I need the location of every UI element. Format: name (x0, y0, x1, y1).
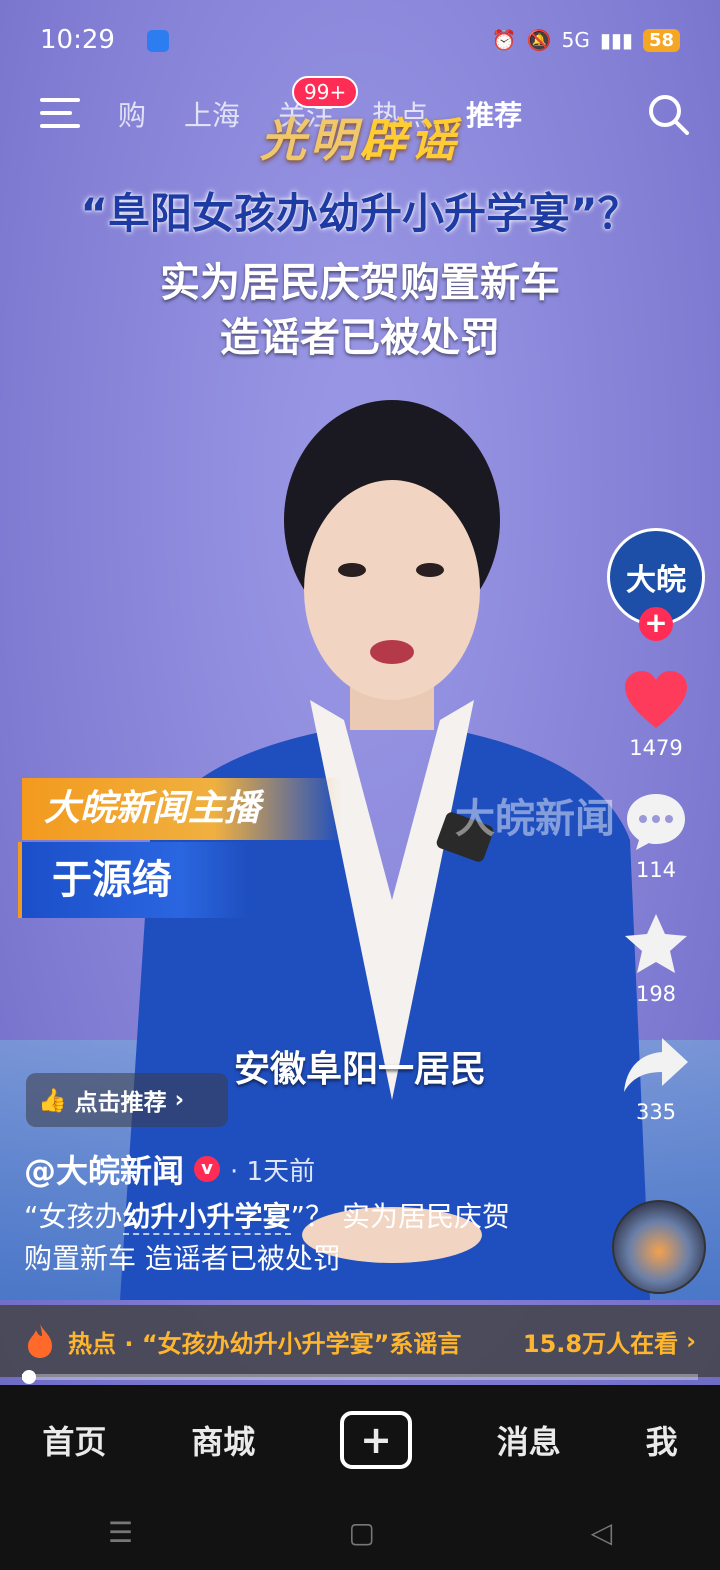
nav-messages[interactable]: 消息 (497, 1417, 561, 1463)
comment-count: 114 (635, 858, 677, 882)
menu-icon[interactable] (40, 98, 80, 132)
plus-icon: + (360, 1418, 392, 1462)
author-row: @大皖新闻 v · 1天前 (24, 1146, 315, 1192)
recommend-label: 点击推荐 (74, 1090, 167, 1116)
lower-third-title: 大皖新闻主播 (22, 778, 342, 840)
playback-progress-bar[interactable] (22, 1370, 698, 1384)
video-caption[interactable]: “女孩办幼升小升学宴”？ 实为居民庆贺购置新车 造谣者已被处罚 (24, 1196, 524, 1280)
nav-me[interactable]: 我 (646, 1417, 678, 1463)
headline-line-2: 实为居民庆贺购置新车 (160, 260, 560, 306)
star-icon (625, 914, 687, 973)
caption-part-1: “女孩办 (24, 1200, 123, 1233)
alarm-icon: ⏰ (491, 28, 517, 52)
system-nav-bar: ☰ ▢ ◁ (0, 1495, 720, 1570)
brand-banner: 光明辟谣 (185, 104, 535, 168)
search-icon[interactable] (646, 92, 690, 136)
nav-mall[interactable]: 商城 (191, 1417, 255, 1463)
share-button[interactable]: 335 (606, 1036, 706, 1124)
battery-level: 58 (642, 28, 680, 52)
status-bar: 10:29 ⏰ 🔕 5G ▮▮▮ 58 (0, 0, 720, 80)
tab-shopping[interactable]: 购 (118, 94, 146, 134)
favorite-button[interactable]: 198 (606, 912, 706, 1006)
verified-icon: v (194, 1156, 221, 1182)
nav-home[interactable]: 首页 (42, 1417, 106, 1463)
app-notification-icon (146, 30, 169, 52)
progress-thumb[interactable] (22, 1370, 36, 1384)
brand-part-2: 辟谣 (360, 113, 460, 167)
author-avatar[interactable]: 大皖 + (607, 528, 705, 641)
chevron-right-icon: › (174, 1087, 185, 1113)
comment-button[interactable]: 114 (606, 790, 706, 882)
flame-icon (28, 1324, 52, 1358)
share-icon (624, 1038, 688, 1092)
like-count: 1479 (629, 736, 683, 760)
follow-plus-button[interactable]: + (639, 607, 673, 641)
avatar-text: 大皖 (626, 563, 686, 598)
network-label: 5G (561, 28, 590, 52)
comment-icon (627, 794, 685, 850)
home-icon[interactable]: ▢ (349, 1516, 375, 1549)
post-time: · 1天前 (230, 1156, 316, 1187)
author-name[interactable]: @大皖新闻 (24, 1146, 184, 1192)
music-disc[interactable] (612, 1200, 706, 1294)
viewer-count: 15.8万人在看 (522, 1329, 679, 1358)
status-time: 10:29 (40, 25, 115, 55)
lower-third-name: 于源绮 (18, 842, 248, 918)
action-column: 大皖 + 1479 114 198 335 (606, 528, 706, 1124)
recommend-button[interactable]: 👍 点击推荐 › (26, 1073, 228, 1127)
hot-topic-text: 热点 · “女孩办幼升小升学宴”系谣言 (68, 1329, 462, 1358)
recent-apps-icon[interactable]: ☰ (108, 1516, 133, 1549)
signal-icon: ▮▮▮ (599, 28, 633, 52)
headline-line-3: 造谣者已被处罚 (220, 315, 500, 361)
chevron-right-icon: › (686, 1327, 696, 1355)
hot-topic-bar[interactable]: 热点 · “女孩办幼升小升学宴”系谣言 15.8万人在看 › (0, 1305, 720, 1377)
share-count: 335 (635, 1100, 677, 1124)
headline-question: “阜阳女孩办幼升小升学宴”？ (80, 189, 640, 238)
bottom-nav: 首页 商城 + 消息 我 (0, 1385, 720, 1495)
brand-part-1: 光明 (260, 113, 360, 167)
heart-icon (625, 671, 687, 728)
create-post-button[interactable]: + (339, 1411, 412, 1469)
mute-icon: 🔕 (526, 28, 552, 52)
thumbs-up-icon: 👍 (38, 1087, 67, 1114)
back-icon[interactable]: ◁ (591, 1516, 613, 1549)
caption-hashtag[interactable]: 幼升小升学宴 (122, 1200, 291, 1235)
favorite-count: 198 (635, 982, 677, 1006)
like-button[interactable]: 1479 (606, 670, 706, 760)
channel-watermark: 大皖新闻 (455, 796, 615, 842)
